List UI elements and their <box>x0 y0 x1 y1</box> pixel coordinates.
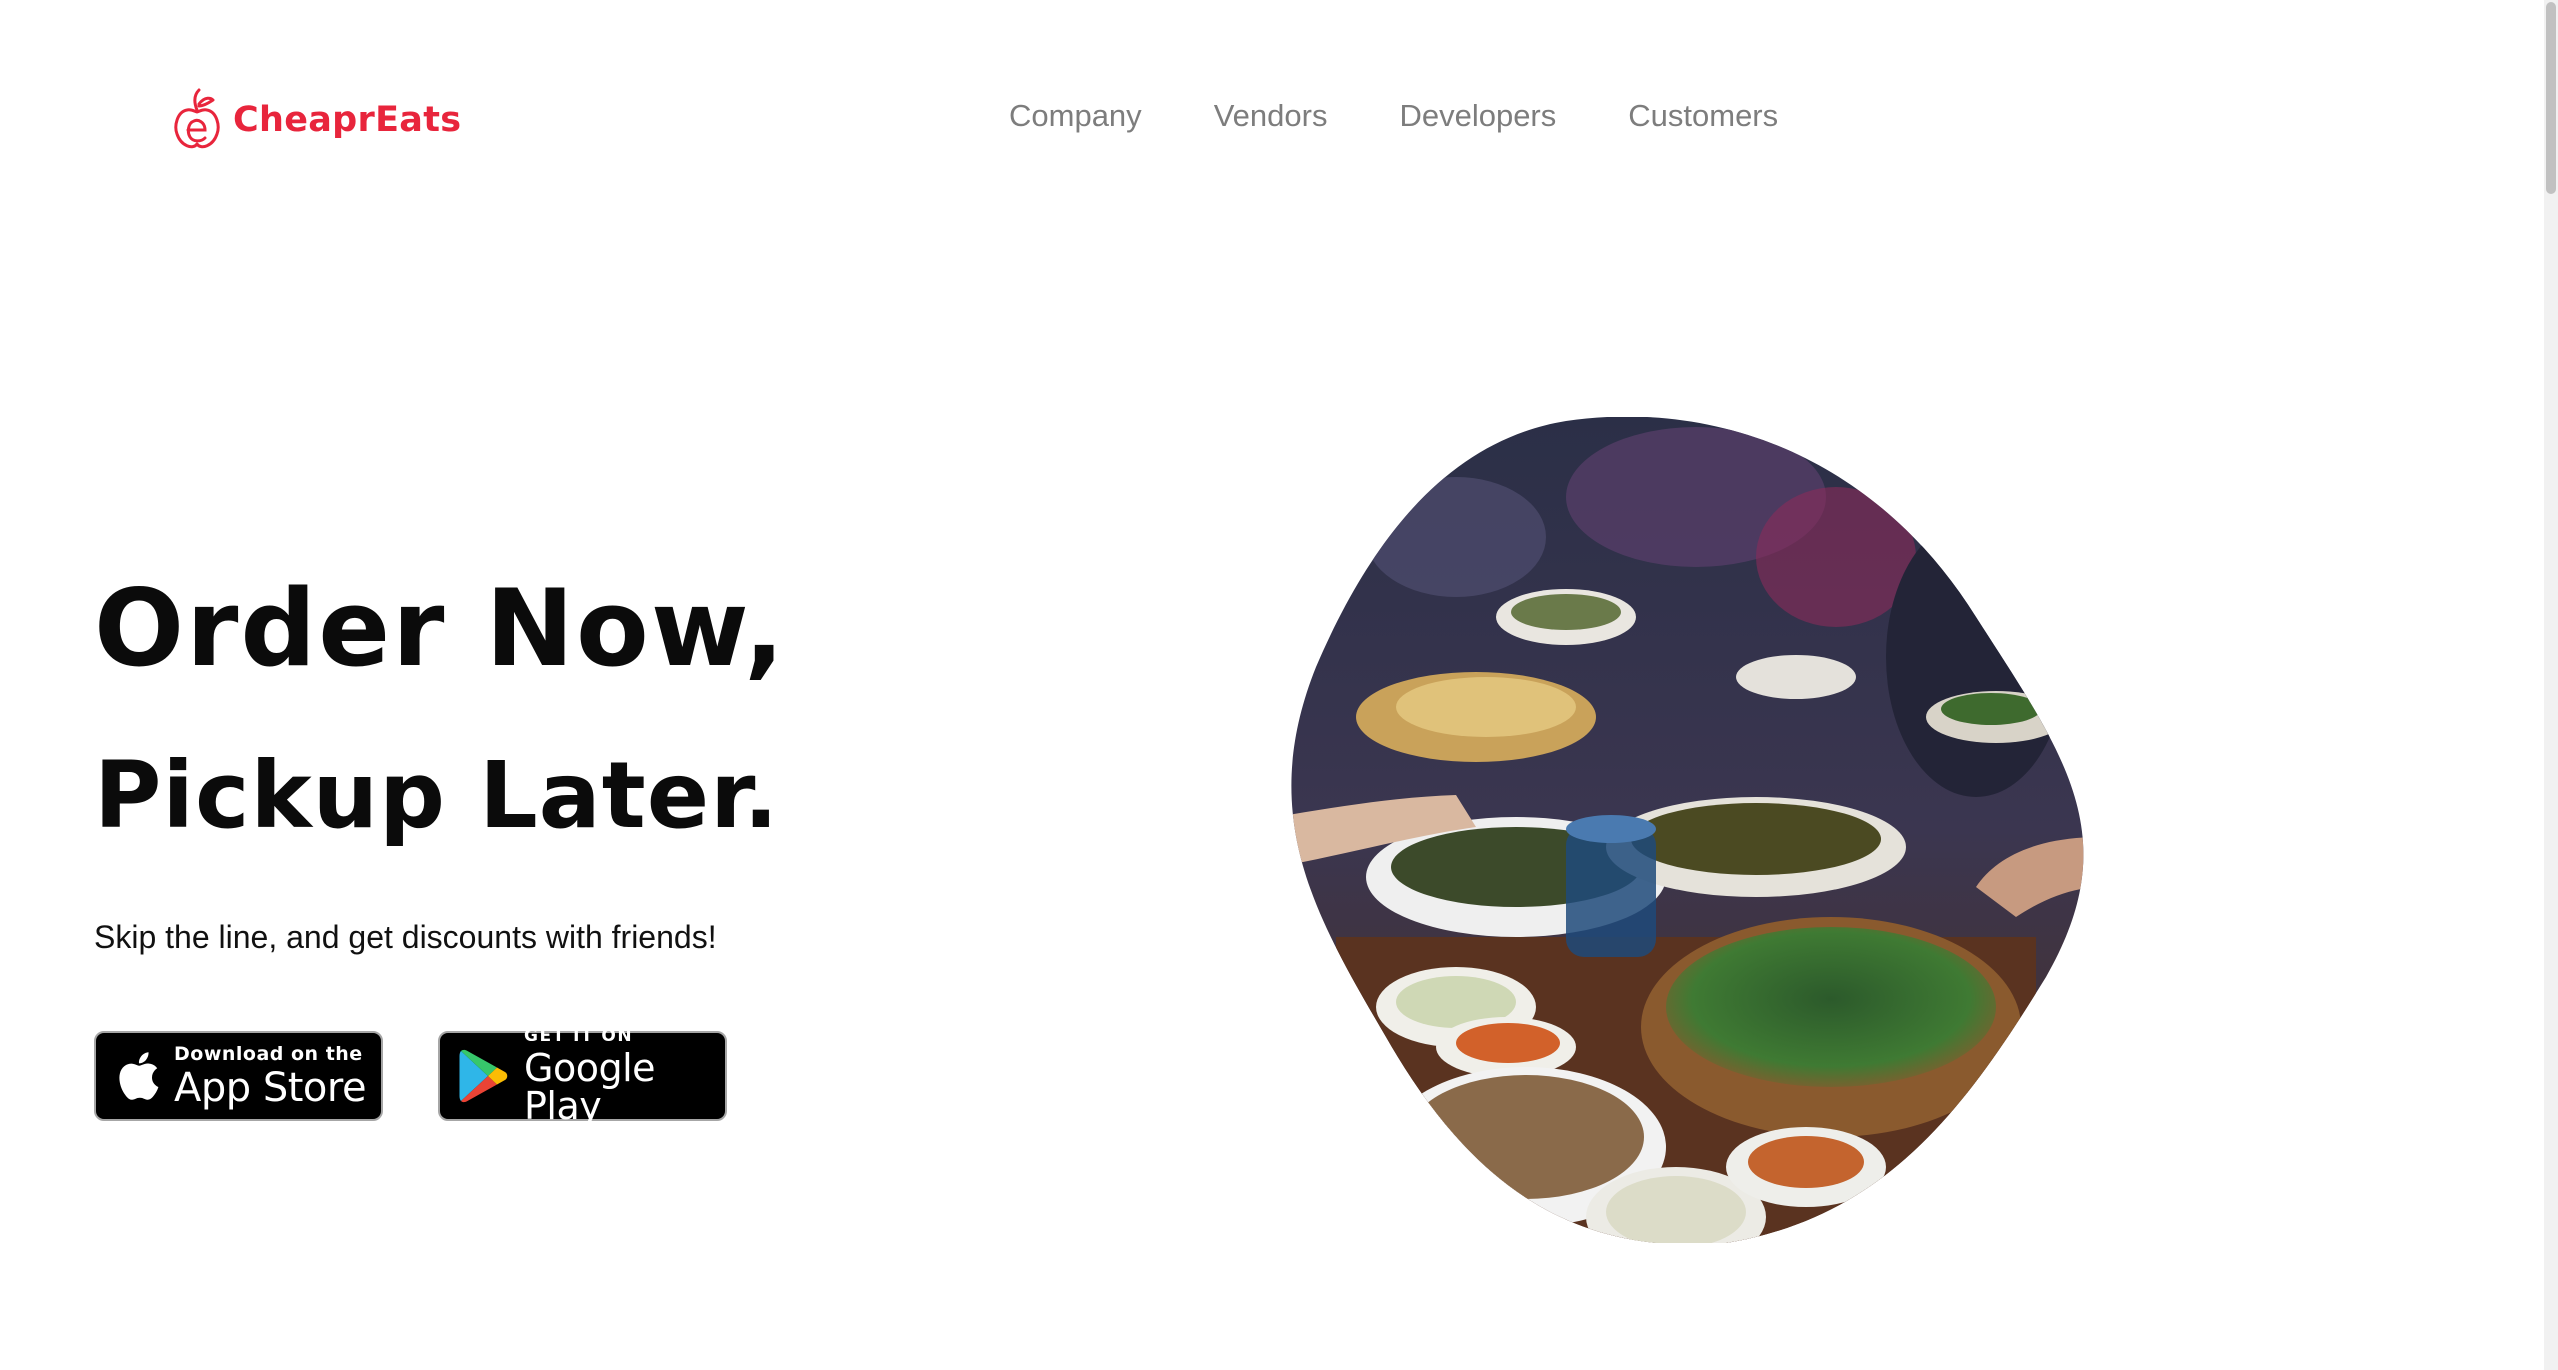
hero-subtitle: Skip the line, and get discounts with fr… <box>94 919 717 955</box>
app-store-button[interactable]: Download on the App Store <box>94 1031 383 1121</box>
nav-item-vendors[interactable]: Vendors <box>1214 98 1328 134</box>
brand-logo[interactable]: CheaprEats <box>173 88 461 152</box>
app-store-label: App Store <box>174 1064 367 1111</box>
google-play-small-label: GET IT ON <box>524 1025 634 1046</box>
nav-item-developers[interactable]: Developers <box>1399 98 1556 134</box>
nav-item-customers[interactable]: Customers <box>1628 98 1778 134</box>
scrollbar[interactable] <box>2544 0 2558 1370</box>
apple-icon <box>114 1049 160 1103</box>
hero-food-image <box>1276 417 2102 1245</box>
nav-item-company[interactable]: Company <box>1009 98 1142 134</box>
brand-name: CheaprEats <box>233 100 462 140</box>
main-nav: Company Vendors Developers Customers <box>1009 98 1778 134</box>
page: CheaprEats Company Vendors Developers Cu… <box>0 0 2558 1370</box>
google-play-button[interactable]: GET IT ON Google Play <box>438 1025 727 1125</box>
google-play-icon <box>458 1048 510 1104</box>
hero-headline-line2: Pickup Later. <box>94 742 780 849</box>
google-play-label: Google Play <box>524 1045 656 1128</box>
scrollbar-thumb[interactable] <box>2546 2 2556 194</box>
hero-headline-line1: Order Now, <box>94 567 787 690</box>
cheapreats-logo-icon <box>173 88 221 152</box>
app-store-small-label: Download on the <box>174 1042 363 1065</box>
